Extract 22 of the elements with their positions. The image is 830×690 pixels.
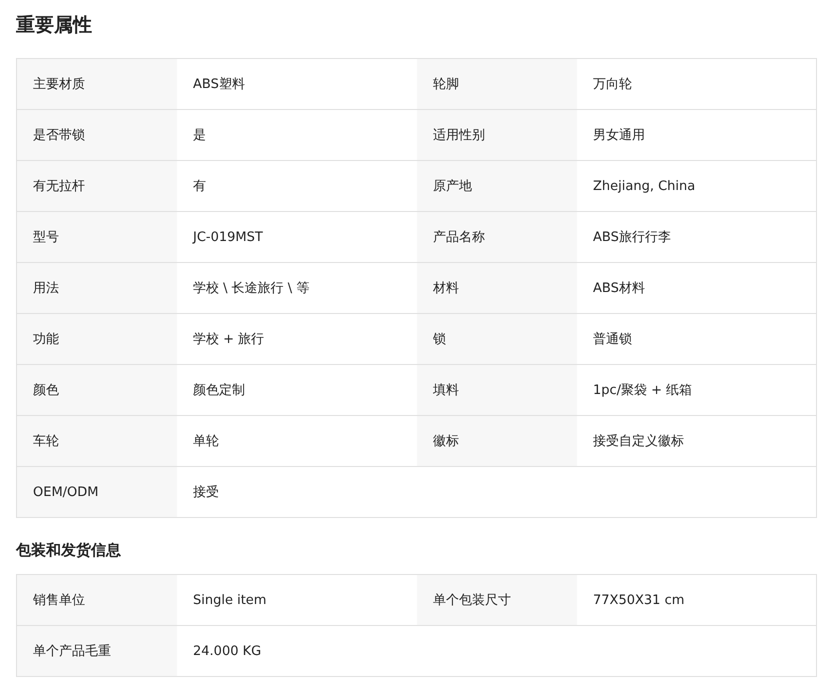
attribute-label-cell: 产品名称	[417, 212, 577, 263]
attribute-label-cell: 型号	[17, 212, 177, 263]
attribute-label-cell: 单个包装尺寸	[417, 575, 577, 626]
section-title: 重要属性	[16, 13, 93, 38]
attribute-label-cell: 销售单位	[17, 575, 177, 626]
attribute-label-cell: 材料	[417, 263, 577, 314]
attribute-label-cell: 轮脚	[417, 59, 577, 110]
attribute-label-cell: 车轮	[17, 416, 177, 467]
attribute-label-cell: 原产地	[417, 161, 577, 212]
attribute-label-cell: 徽标	[417, 416, 577, 467]
attribute-label-cell: 功能	[17, 314, 177, 365]
attribute-label-cell: 适用性别	[417, 110, 577, 161]
attribute-label-cell: 填料	[417, 365, 577, 416]
attribute-label-cell: 用法	[17, 263, 177, 314]
attribute-label-cell: 是否带锁	[17, 110, 177, 161]
attribute-label-cell: 主要材质	[17, 59, 177, 110]
attribute-label-cell: 颜色	[17, 365, 177, 416]
attribute-label-cell: OEM/ODM	[17, 467, 177, 517]
attribute-label-cell: 有无拉杆	[17, 161, 177, 212]
section-title: 包装和发货信息	[16, 540, 122, 561]
attribute-label-cell: 锁	[417, 314, 577, 365]
attribute-label-cell: 单个产品毛重	[17, 626, 177, 676]
